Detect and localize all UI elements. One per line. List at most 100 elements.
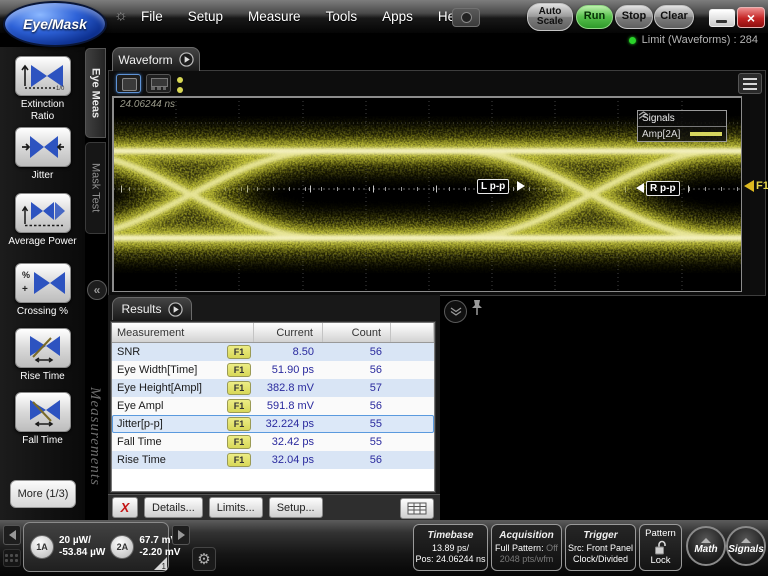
source-badge: F1 bbox=[227, 363, 251, 377]
delete-measurement-button[interactable]: X bbox=[112, 497, 138, 518]
legend-color-swatch bbox=[690, 132, 722, 136]
sidebar-item-extinction-ratio[interactable]: 1/0 Extinction Ratio bbox=[0, 56, 85, 122]
plot-menu-icon[interactable] bbox=[738, 73, 762, 94]
channel-2a-badge[interactable]: 2A bbox=[110, 535, 134, 559]
limits-button[interactable]: Limits... bbox=[209, 497, 263, 518]
timebase-panel[interactable]: Timebase 13.89 ps/ Pos: 24.06244 ns bbox=[413, 524, 488, 571]
settings-gear-icon[interactable]: ⚙ bbox=[192, 547, 216, 571]
right-pp-marker[interactable]: R p-p bbox=[646, 181, 680, 196]
table-row-jitter-selected[interactable]: Jitter[p-p]F1 32.224 ps 55 bbox=[112, 415, 434, 433]
table-row-rise-time[interactable]: Rise TimeF1 32.04 ps 56 bbox=[112, 451, 434, 469]
play-icon[interactable] bbox=[168, 302, 183, 317]
measurement-name: Eye Ampl bbox=[117, 400, 163, 412]
sidebar-label: Extinction Ratio bbox=[0, 99, 85, 122]
collapse-sidebar-button[interactable]: « bbox=[87, 280, 107, 300]
sidebar-label: Crossing % bbox=[0, 306, 85, 318]
more-pages-button[interactable]: More (1/3) bbox=[10, 480, 76, 508]
signals-legend[interactable]: Signals Amp[2A] bbox=[637, 110, 727, 142]
menu-measure[interactable]: Measure bbox=[248, 9, 301, 24]
sidebar-item-average-power[interactable]: Average Power bbox=[0, 193, 85, 248]
channels-grid-button[interactable] bbox=[3, 549, 21, 567]
sidebar-item-fall-time[interactable]: Fall Time bbox=[0, 392, 85, 447]
channel-1a-values: 20 µW/ -53.84 µW bbox=[59, 535, 105, 559]
play-icon[interactable] bbox=[179, 52, 194, 67]
extinction-ratio-icon: 1/0 bbox=[15, 56, 71, 96]
acquisition-panel[interactable]: Acquisition Full Pattern: Off 2048 pts/w… bbox=[491, 524, 562, 571]
marker-dot-2 bbox=[177, 87, 183, 93]
tiled-view-button[interactable] bbox=[146, 74, 171, 93]
details-button[interactable]: Details... bbox=[144, 497, 203, 518]
menu-setup[interactable]: Setup bbox=[188, 9, 223, 24]
f1-level-marker[interactable]: F1 bbox=[744, 180, 768, 192]
measurement-name: SNR bbox=[117, 346, 140, 358]
channels-prev-button[interactable] bbox=[3, 525, 21, 545]
legend-collapse-icon[interactable] bbox=[638, 111, 649, 119]
right-marker-arrow-icon bbox=[636, 183, 644, 193]
tab-mask-test[interactable]: Mask Test bbox=[85, 142, 106, 234]
pin-panel-button[interactable] bbox=[471, 299, 483, 321]
tab-waveform[interactable]: Waveform bbox=[112, 47, 200, 71]
left-pp-marker[interactable]: L p-p bbox=[477, 179, 509, 194]
column-count[interactable]: Count bbox=[323, 323, 391, 342]
sparkle-icon: ☼ bbox=[114, 7, 128, 24]
sidebar-item-rise-time[interactable]: Rise Time bbox=[0, 328, 85, 383]
bottom-status-bar: 1A 20 µW/ -53.84 µW 2A 67.7 mV/ -2.20 mV… bbox=[0, 520, 768, 576]
current-value: 8.50 bbox=[254, 346, 323, 358]
table-view-button[interactable] bbox=[400, 498, 434, 519]
menu-tools[interactable]: Tools bbox=[326, 9, 358, 24]
arrow-right-icon bbox=[178, 530, 185, 540]
signals-knob-button[interactable]: Signals bbox=[726, 526, 766, 566]
table-row-fall-time[interactable]: Fall TimeF1 32.42 ps 55 bbox=[112, 433, 434, 451]
sidebar-label: Rise Time bbox=[0, 371, 85, 383]
sidebar-item-jitter[interactable]: Jitter bbox=[0, 127, 85, 182]
column-measurement[interactable]: Measurement bbox=[112, 323, 254, 342]
current-value: 591.8 mV bbox=[254, 400, 323, 412]
channel-page-number: 1 bbox=[162, 562, 166, 571]
menu-file[interactable]: File bbox=[141, 9, 163, 24]
menu-apps[interactable]: Apps bbox=[382, 9, 413, 24]
measurement-name: Eye Width[Time] bbox=[117, 364, 197, 376]
measurement-name: Jitter[p-p] bbox=[117, 418, 163, 430]
single-view-button[interactable] bbox=[116, 74, 141, 93]
count-value: 56 bbox=[323, 454, 391, 466]
close-button[interactable]: × bbox=[737, 7, 765, 28]
source-badge: F1 bbox=[227, 399, 251, 413]
collapse-results-button[interactable] bbox=[444, 300, 467, 323]
eye-diagram-plot[interactable]: 24.06244 ns Signals Amp[2A] L p-p R p-p bbox=[112, 96, 742, 292]
channel-1a-scale: 20 µW/ bbox=[59, 535, 105, 547]
setup-button[interactable]: Setup... bbox=[269, 497, 323, 518]
timebase-position-readout: 24.06244 ns bbox=[120, 99, 175, 110]
current-value: 32.42 ps bbox=[254, 436, 323, 448]
stop-button[interactable]: Stop bbox=[615, 5, 653, 29]
tab-eye-meas[interactable]: Eye Meas bbox=[85, 48, 106, 138]
screenshot-camera-icon[interactable] bbox=[452, 8, 480, 27]
column-current[interactable]: Current bbox=[254, 323, 323, 342]
auto-scale-button[interactable]: Auto Scale bbox=[527, 3, 573, 31]
auto-scale-label-bottom: Scale bbox=[537, 17, 563, 28]
tab-results[interactable]: Results bbox=[112, 297, 192, 320]
channels-next-button[interactable] bbox=[172, 525, 190, 545]
f1-marker-label: F1 bbox=[756, 180, 768, 192]
math-knob-label: Math bbox=[694, 544, 717, 555]
sidebar-item-crossing[interactable]: % + Crossing % bbox=[0, 263, 85, 318]
sidebar-tab-strip: Eye Meas Mask Test « Measurements bbox=[85, 47, 108, 520]
results-table-header: Measurement Current Count bbox=[112, 323, 434, 343]
channels-panel[interactable]: 1A 20 µW/ -53.84 µW 2A 67.7 mV/ -2.20 mV… bbox=[23, 522, 169, 572]
waveform-tab-label: Waveform bbox=[118, 53, 172, 67]
table-row-eye-height[interactable]: Eye Height[Ampl]F1 382.8 mV 57 bbox=[112, 379, 434, 397]
pattern-lock-button[interactable]: Pattern Lock bbox=[639, 524, 682, 571]
table-row-eye-ampl[interactable]: Eye AmplF1 591.8 mV 56 bbox=[112, 397, 434, 415]
math-knob-button[interactable]: Math bbox=[686, 526, 726, 566]
clear-button[interactable]: Clear bbox=[654, 5, 694, 29]
trigger-panel[interactable]: Trigger Src: Front Panel Clock/Divided bbox=[565, 524, 636, 571]
source-badge: F1 bbox=[227, 417, 251, 431]
table-row-eye-width[interactable]: Eye Width[Time]F1 51.90 ps 56 bbox=[112, 361, 434, 379]
count-value: 57 bbox=[323, 382, 391, 394]
results-table: Measurement Current Count SNRF1 8.50 56 … bbox=[111, 322, 435, 492]
channel-1a-badge[interactable]: 1A bbox=[30, 535, 54, 559]
minimize-button[interactable] bbox=[709, 9, 735, 27]
source-badge: F1 bbox=[227, 381, 251, 395]
results-tab-label: Results bbox=[121, 302, 161, 316]
table-row-snr[interactable]: SNRF1 8.50 56 bbox=[112, 343, 434, 361]
run-button[interactable]: Run bbox=[576, 5, 613, 29]
